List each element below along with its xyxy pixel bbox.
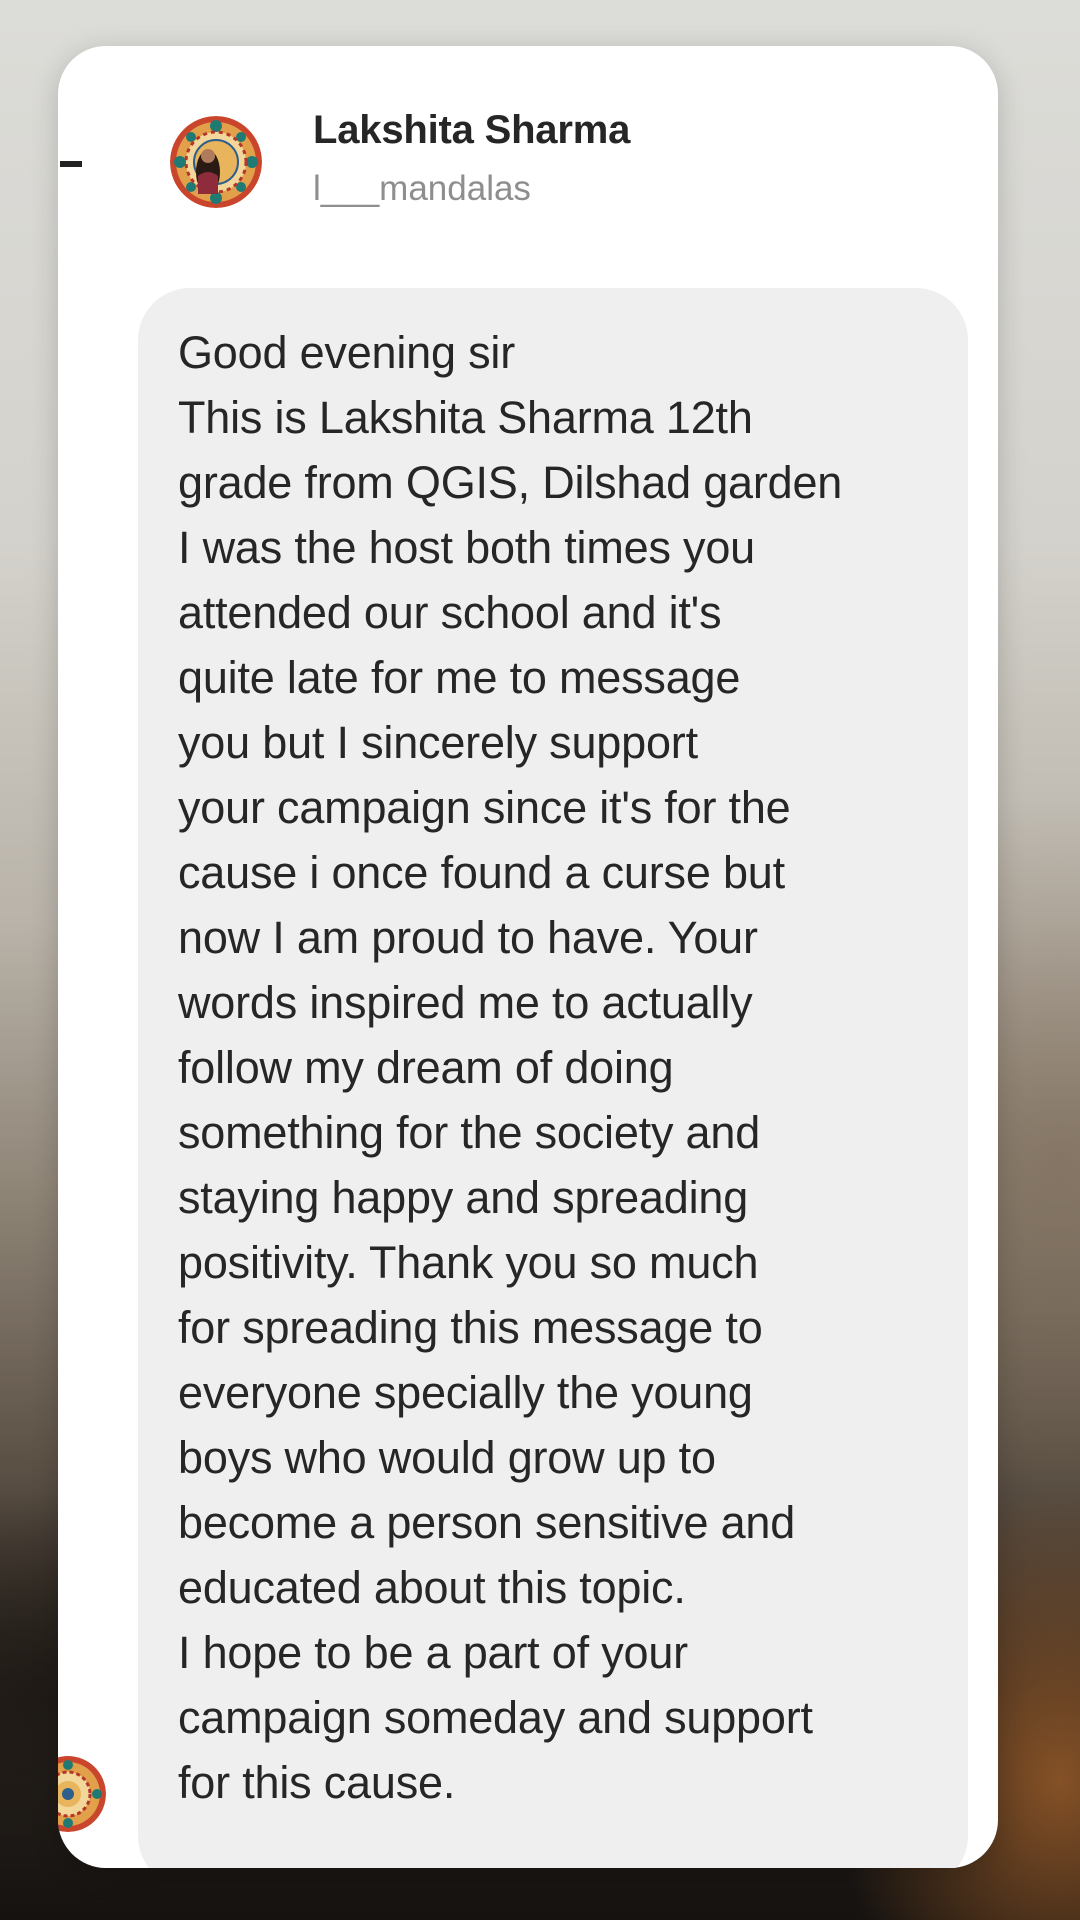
back-dash-icon[interactable] [60, 161, 82, 167]
message-card: Lakshita Sharma l___mandalas Good evenin… [58, 46, 998, 1868]
sender-small-avatar-icon[interactable] [58, 1756, 106, 1832]
sender-name[interactable]: Lakshita Sharma [313, 106, 630, 154]
profile-avatar-icon[interactable] [170, 116, 262, 208]
message-bubble[interactable]: Good evening sir This is Lakshita Sharma… [138, 288, 968, 1868]
message-text: Good evening sir This is Lakshita Sharma… [178, 327, 843, 1808]
sender-username[interactable]: l___mandalas [313, 168, 531, 210]
